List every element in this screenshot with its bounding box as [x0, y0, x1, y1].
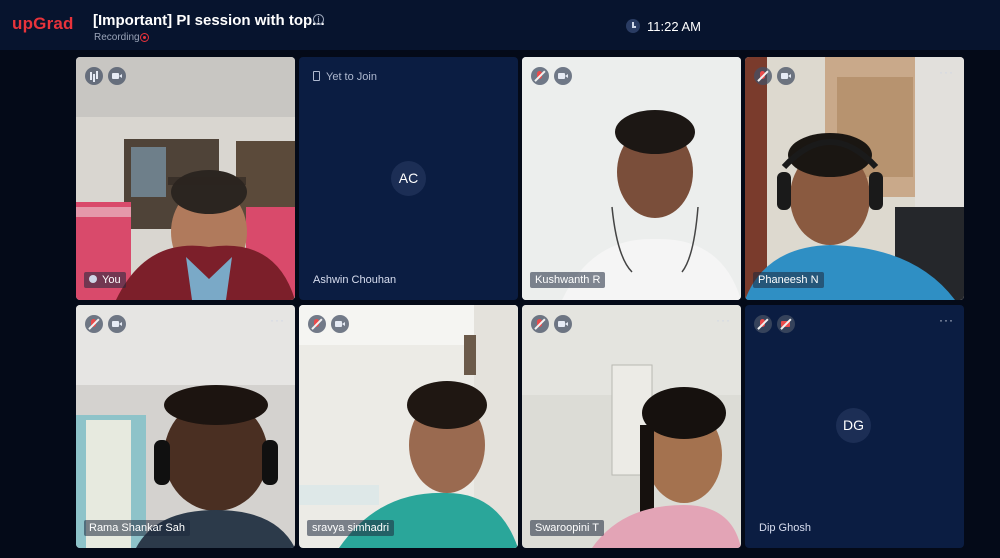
participant-tile-dip[interactable]: ··· DG Dip Ghosh: [745, 305, 964, 548]
participant-name: Kushwanth R: [530, 272, 606, 288]
mic-on-icon[interactable]: [85, 67, 103, 85]
camera-icon[interactable]: [554, 315, 572, 333]
participant-video: [76, 305, 295, 548]
participant-video: [76, 57, 295, 300]
more-options-icon[interactable]: ···: [270, 313, 285, 327]
user-icon: [89, 275, 97, 283]
mic-off-icon[interactable]: [85, 315, 103, 333]
participant-video: [299, 305, 518, 548]
clock-icon: [626, 19, 640, 33]
participant-name: sravya simhadri: [307, 520, 395, 536]
mic-off-icon[interactable]: [531, 315, 549, 333]
more-options-icon[interactable]: ···: [939, 313, 954, 327]
camera-off-icon[interactable]: [777, 315, 795, 333]
participant-name: Dip Ghosh: [759, 522, 811, 534]
mic-off-icon[interactable]: [754, 67, 772, 85]
participant-name: You: [84, 272, 126, 288]
top-bar: upGrad [Important] PI session with top..…: [0, 0, 1000, 50]
participant-name: Phaneesh N: [753, 272, 824, 288]
camera-icon[interactable]: [108, 67, 126, 85]
participant-tile-rama[interactable]: ··· Rama Shankar Sah: [76, 305, 295, 548]
participant-video: [522, 305, 741, 548]
camera-icon[interactable]: [777, 67, 795, 85]
camera-icon[interactable]: [554, 67, 572, 85]
upgrad-logo: upGrad: [12, 14, 74, 33]
participant-tile-swaroopini[interactable]: ··· Swaroopini T: [522, 305, 741, 548]
avatar-initials: AC: [391, 161, 426, 196]
participant-name: Ashwin Chouhan: [313, 274, 397, 286]
participant-tile-phaneesh[interactable]: ··· Phaneesh N: [745, 57, 964, 300]
mic-off-icon[interactable]: [308, 315, 326, 333]
recording-indicator-icon: [140, 33, 149, 42]
camera-icon[interactable]: [331, 315, 349, 333]
participant-tile-kushwanth[interactable]: Kushwanth R: [522, 57, 741, 300]
participant-tile-ashwin[interactable]: Yet to Join AC Ashwin Chouhan: [299, 57, 518, 300]
clock-time: 11:22 AM: [647, 19, 701, 34]
avatar-initials: DG: [836, 408, 871, 443]
participant-name: Rama Shankar Sah: [84, 520, 190, 536]
participant-tile-sravya[interactable]: sravya simhadri: [299, 305, 518, 548]
camera-icon[interactable]: [108, 315, 126, 333]
participant-video: [745, 57, 964, 300]
recording-label: Recording: [94, 32, 140, 43]
more-options-icon[interactable]: ···: [716, 313, 731, 327]
mic-off-icon[interactable]: [754, 315, 772, 333]
mic-off-icon[interactable]: [531, 67, 549, 85]
participant-name: Swaroopini T: [530, 520, 604, 536]
door-icon: [313, 71, 320, 81]
join-status: Yet to Join: [313, 71, 377, 83]
more-options-icon[interactable]: ···: [939, 65, 954, 79]
participant-tile-you[interactable]: You: [76, 57, 295, 300]
participant-video: [522, 57, 741, 300]
info-icon[interactable]: i: [313, 14, 324, 25]
session-title: [Important] PI session with top...: [93, 12, 325, 29]
